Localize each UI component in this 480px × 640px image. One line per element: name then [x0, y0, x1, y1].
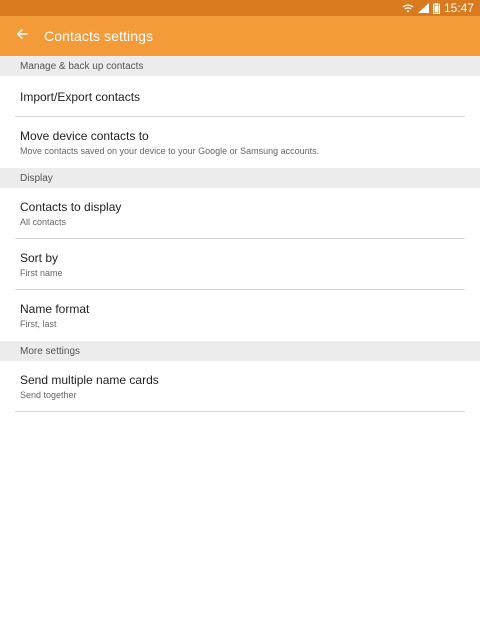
arrow-left-icon: [16, 27, 28, 45]
setting-title: Contacts to display: [20, 200, 122, 214]
setting-send-multiple-name-cards[interactable]: Send multiple name cards Send together: [0, 361, 480, 412]
setting-title: Name format: [20, 302, 90, 316]
app-bar: Contacts settings: [0, 16, 480, 56]
setting-subtitle: First name: [20, 268, 63, 278]
setting-subtitle: Send together: [20, 390, 77, 400]
setting-contacts-to-display[interactable]: Contacts to display All contacts: [0, 188, 480, 239]
status-time: 15:47: [443, 1, 474, 15]
status-bar: 15:47: [0, 0, 480, 16]
section-header-more-settings: More settings: [0, 341, 480, 361]
setting-title: Send multiple name cards: [20, 373, 159, 387]
signal-icon: [417, 3, 429, 13]
setting-subtitle: All contacts: [20, 217, 67, 227]
setting-subtitle: Move contacts saved on your device to yo…: [20, 146, 320, 156]
section-header-manage: Manage & back up contacts: [0, 56, 480, 76]
setting-name-format[interactable]: Name format First, last: [0, 290, 480, 341]
wifi-icon: [402, 3, 414, 13]
settings-list: Manage & back up contacts Import/Export …: [0, 56, 480, 412]
setting-title: Move device contacts to: [20, 129, 149, 143]
back-button[interactable]: [0, 16, 44, 56]
setting-sort-by[interactable]: Sort by First name: [0, 239, 480, 290]
setting-subtitle: First, last: [20, 319, 57, 329]
setting-title: Sort by: [20, 251, 59, 265]
setting-move-device-contacts[interactable]: Move device contacts to Move contacts sa…: [0, 117, 480, 168]
section-header-display: Display: [0, 168, 480, 188]
setting-import-export[interactable]: Import/Export contacts: [0, 76, 480, 117]
battery-icon: [432, 2, 440, 14]
page-title: Contacts settings: [44, 28, 154, 44]
setting-title: Import/Export contacts: [20, 89, 141, 104]
